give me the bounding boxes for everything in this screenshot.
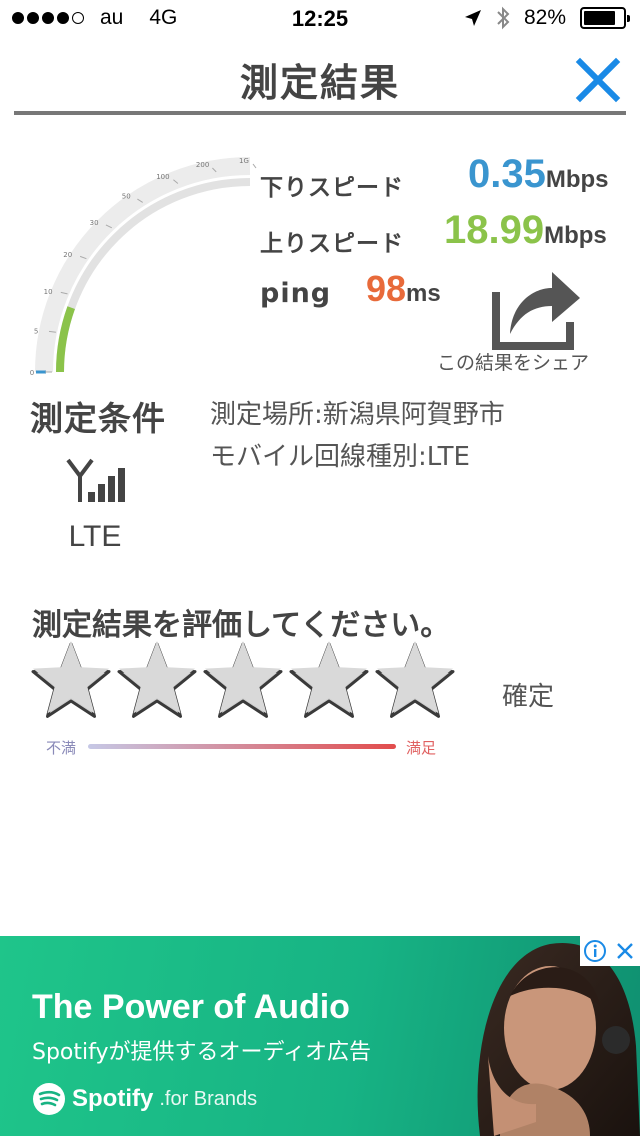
ping-value: 98: [366, 268, 407, 309]
ad-info-icon[interactable]: [580, 936, 610, 966]
download-value: 0.35: [468, 152, 546, 196]
location-text: 測定場所:新潟県阿賀野市: [210, 400, 505, 430]
ad-subline: Spotifyが提供するオーディオ広告: [32, 1040, 371, 1065]
gauge-tick-label: 1G: [239, 157, 249, 165]
gauge-tick-label: 0: [30, 369, 34, 377]
gauge-tick-label: 100: [156, 173, 169, 181]
line-type-text: モバイル回線種別:LTE: [210, 442, 470, 472]
signal-antenna-icon: [66, 458, 125, 502]
ping-row: ping: [260, 278, 331, 309]
gauge-tick-label: 5: [34, 328, 38, 336]
rating-star-3[interactable]: [202, 640, 284, 724]
upload-unit: Mbps: [544, 222, 607, 249]
rating-star-2[interactable]: [116, 640, 198, 724]
gauge-level: [55, 306, 75, 373]
share-button[interactable]: この結果をシェア: [428, 256, 598, 376]
conditions-heading: 測定条件: [30, 399, 166, 438]
ping-label: ping: [260, 278, 332, 309]
gauge-tick-label: 30: [90, 219, 99, 227]
download-unit: Mbps: [545, 166, 609, 193]
battery-icon: [580, 7, 630, 29]
spotify-logo-icon: [33, 1083, 65, 1115]
status-bar: au 4G 12:25 82%: [0, 0, 640, 40]
battery-percent: 82%: [523, 6, 566, 29]
share-label: この結果をシェア: [436, 352, 589, 374]
gauge-tick-label: 10: [44, 288, 53, 296]
network-type-label: LTE: [68, 520, 122, 553]
star-icon: [117, 641, 197, 718]
battery-level: [584, 11, 616, 25]
gauge-tick-label: 20: [63, 251, 72, 259]
download-value-group: 0.35Mbps: [468, 152, 609, 197]
ad-choices: [580, 936, 640, 966]
share-icon: [492, 272, 580, 350]
download-label: 下りスピード: [260, 175, 404, 201]
ad-banner[interactable]: The Power of Audio Spotifyが提供するオーディオ広告 S…: [0, 936, 640, 1136]
scale-high-label: 満足: [406, 739, 437, 757]
bluetooth-icon: [497, 6, 510, 30]
star-icon: [289, 641, 369, 718]
upload-label: 上りスピード: [260, 231, 404, 257]
header-divider: [14, 111, 626, 115]
ad-close-icon[interactable]: [610, 936, 640, 966]
star-icon: [31, 641, 111, 718]
ad-headline: The Power of Audio: [32, 988, 350, 1026]
upload-value: 18.99: [444, 208, 545, 252]
ad-brand: Spotify .for Brands: [32, 1082, 257, 1116]
gauge-tick: [252, 163, 257, 169]
star-icon: [375, 641, 455, 718]
scale-low-label: 不満: [46, 739, 77, 757]
gauge-tick-label: 50: [122, 193, 131, 201]
ad-brand-name: Spotify: [72, 1085, 154, 1112]
ad-brand-suffix: .for Brands: [159, 1087, 258, 1110]
gauge-tick-label: 200: [196, 161, 209, 169]
confirm-button[interactable]: 確定: [502, 676, 554, 713]
speed-gauge: 0 5 10 20 30 50 100 200 1G: [30, 157, 257, 377]
upload-row: 上りスピード: [260, 224, 404, 258]
upload-value-group: 18.99Mbps: [444, 208, 607, 253]
status-right: 82%: [464, 6, 630, 30]
page-title: 測定結果: [239, 61, 400, 105]
rating-prompt: 測定結果を評価してください。: [32, 608, 451, 643]
star-icon: [203, 641, 283, 718]
rating-star-4[interactable]: [288, 640, 370, 724]
rating-star-5[interactable]: [374, 640, 456, 724]
rating-star-1[interactable]: [30, 640, 112, 724]
location-arrow-icon: [464, 10, 481, 26]
ad-person-image: [477, 942, 640, 1136]
download-row: 下りスピード: [260, 168, 404, 202]
satisfaction-scale-bar: [88, 744, 396, 749]
close-icon[interactable]: [574, 56, 622, 104]
